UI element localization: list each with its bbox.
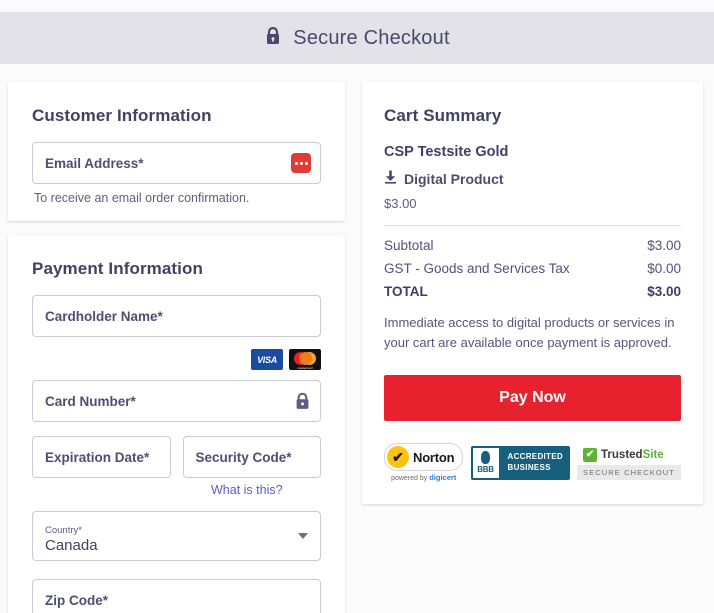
email-helper-text: To receive an email order confirmation. bbox=[34, 191, 250, 205]
expiration-date-field[interactable]: Expiration Date* bbox=[32, 436, 171, 478]
left-column: Customer Information Email Address* To r… bbox=[8, 82, 345, 613]
product-type: Digital Product bbox=[384, 170, 681, 187]
digital-delivery-note: Immediate access to digital products or … bbox=[384, 315, 675, 351]
bbb-mark: BBB bbox=[477, 465, 494, 475]
email-field[interactable]: Email Address* bbox=[32, 142, 321, 184]
bbb-line-1: ACCREDITED bbox=[507, 451, 563, 461]
product-name: CSP Testsite Gold bbox=[384, 144, 509, 160]
pay-now-button[interactable]: Pay Now bbox=[384, 375, 681, 422]
norton-badge: ✔ Norton powered by digicert bbox=[384, 443, 464, 483]
expiration-date-label: Expiration Date* bbox=[45, 449, 150, 465]
total-value: $3.00 bbox=[647, 284, 681, 299]
cardholder-name-label: Cardholder Name* bbox=[45, 308, 163, 324]
cart-summary-card: Cart Summary CSP Testsite Gold Digital P… bbox=[362, 82, 703, 505]
what-is-this-link[interactable]: What is this? bbox=[26, 483, 321, 497]
autofill-dots-icon[interactable] bbox=[291, 153, 311, 173]
email-field-label: Email Address* bbox=[45, 155, 144, 171]
trust-badges: ✔ Norton powered by digicert BBB ACCREDI… bbox=[384, 443, 681, 482]
customer-information-title: Customer Information bbox=[32, 106, 212, 125]
country-select[interactable]: Country* Canada bbox=[32, 511, 321, 561]
chevron-down-icon[interactable] bbox=[298, 533, 308, 539]
secure-checkout-header: Secure Checkout bbox=[0, 12, 714, 64]
page-title: Secure Checkout bbox=[293, 26, 450, 49]
download-icon bbox=[384, 170, 397, 187]
summary-line-tax: GST - Goods and Services Tax $0.00 bbox=[384, 261, 681, 276]
customer-information-card: Customer Information Email Address* To r… bbox=[8, 82, 345, 221]
summary-line-label: GST - Goods and Services Tax bbox=[384, 261, 570, 276]
zip-code-field[interactable]: Zip Code* bbox=[32, 579, 321, 613]
security-code-field[interactable]: Security Code* bbox=[182, 436, 321, 478]
card-number-label: Card Number* bbox=[45, 393, 136, 409]
bbb-line-2: BUSINESS bbox=[507, 462, 551, 472]
product-price: $3.00 bbox=[384, 196, 417, 211]
country-select-label: Country* bbox=[45, 524, 82, 536]
bbb-accredited-badge: BBB ACCREDITED BUSINESS bbox=[470, 445, 570, 480]
summary-line-subtotal: Subtotal $3.00 bbox=[384, 238, 681, 253]
checkout-page: Secure Checkout Customer Information Ema… bbox=[0, 0, 714, 613]
summary-divider bbox=[384, 225, 681, 226]
payment-information-card: Payment Information Cardholder Name* VIS… bbox=[8, 235, 345, 613]
norton-label: Norton bbox=[413, 449, 455, 465]
trustedsite-label: TrustedSite bbox=[601, 449, 664, 462]
card-number-field[interactable]: Card Number* bbox=[32, 380, 321, 422]
cardholder-name-field[interactable]: Cardholder Name* bbox=[32, 295, 321, 337]
country-select-value: Canada bbox=[45, 536, 98, 554]
lock-icon bbox=[264, 26, 282, 51]
product-type-label: Digital Product bbox=[404, 170, 504, 187]
trusted-check-icon: ✔ bbox=[583, 448, 598, 463]
norton-sublabel: powered by digicert bbox=[391, 473, 457, 483]
trustedsite-sublabel: SECURE CHECKOUT bbox=[577, 465, 681, 481]
lock-icon bbox=[294, 392, 311, 411]
summary-line-value: $0.00 bbox=[647, 261, 681, 276]
expiry-security-row: Expiration Date* Security Code* bbox=[26, 436, 327, 478]
summary-line-label: Subtotal bbox=[384, 238, 434, 253]
mastercard-icon: mastercard bbox=[289, 349, 321, 370]
zip-code-label: Zip Code* bbox=[45, 592, 108, 608]
bbb-torch-icon: BBB bbox=[470, 445, 501, 480]
total-label: TOTAL bbox=[384, 284, 428, 299]
norton-check-icon: ✔ bbox=[387, 446, 409, 469]
visa-icon: VISA bbox=[251, 349, 283, 370]
trustedsite-badge: ✔ TrustedSite SECURE CHECKOUT bbox=[577, 445, 681, 481]
summary-line-total: TOTAL $3.00 bbox=[384, 284, 681, 299]
cart-summary-title: Cart Summary bbox=[384, 106, 502, 125]
security-code-label: Security Code* bbox=[195, 449, 292, 465]
accepted-card-brands: VISA mastercard bbox=[26, 349, 321, 370]
summary-line-value: $3.00 bbox=[647, 238, 681, 253]
payment-information-title: Payment Information bbox=[32, 259, 203, 278]
right-column: Cart Summary CSP Testsite Gold Digital P… bbox=[362, 82, 703, 505]
